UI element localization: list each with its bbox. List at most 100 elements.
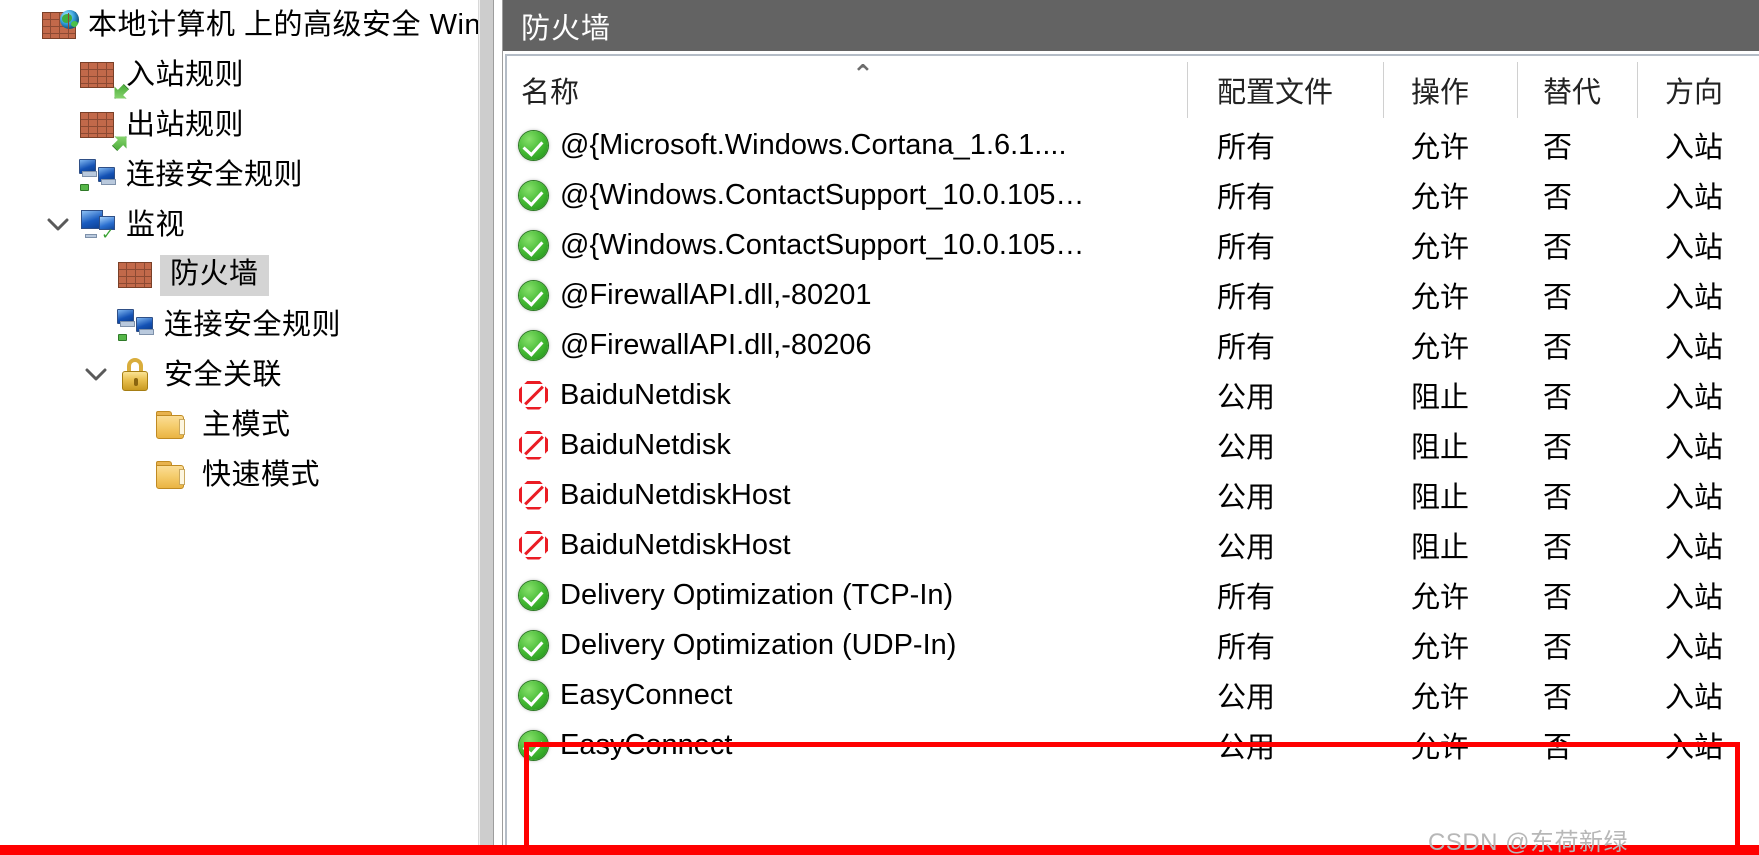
tree-item-label: 连接安全规则: [126, 158, 304, 191]
brick-wall-globe-icon: [40, 6, 79, 44]
pane-splitter[interactable]: [493, 0, 503, 855]
table-row[interactable]: @{Windows.ContactSupport_10.0.105… 所有 允许 否 入…: [507, 220, 1759, 270]
table-row[interactable]: BaiduNetdiskHost 公用 阻止 否 入站: [507, 470, 1759, 520]
cell-direction: 入站: [1637, 570, 1759, 620]
rule-direction: 入站: [1665, 132, 1724, 164]
column-header-action[interactable]: 操作: [1383, 56, 1517, 120]
column-separator[interactable]: [1517, 62, 1518, 118]
table-row[interactable]: @{Microsoft.Windows.Cortana_1.6.1.... 所有 允…: [507, 120, 1759, 170]
rule-name: @{Windows.ContactSupport_10.0.105…: [560, 178, 1085, 211]
tree-item-2[interactable]: 出站规则: [0, 100, 493, 150]
rule-profile: 公用: [1217, 482, 1276, 514]
column-separator[interactable]: [1637, 62, 1638, 118]
tree-item-5[interactable]: 防火墙: [0, 250, 493, 300]
cell-profile: 公用: [1187, 670, 1383, 720]
cell-name: Delivery Optimization (UDP-In): [507, 620, 1187, 670]
padlock-icon: [116, 356, 154, 394]
rule-direction: 入站: [1665, 182, 1724, 214]
tree-item-label: 主模式: [202, 408, 291, 441]
tree-twisty-empty: [38, 100, 78, 150]
table-row[interactable]: @FirewallAPI.dll,-80201 所有 允许 否 入站: [507, 270, 1759, 320]
rule-action: 允许: [1411, 282, 1470, 314]
tree-item-4[interactable]: ✓ 监视: [0, 200, 493, 250]
cell-direction: 入站: [1637, 620, 1759, 670]
rule-direction: 入站: [1665, 632, 1724, 664]
rule-profile: 所有: [1217, 182, 1276, 214]
cell-direction: 入站: [1637, 670, 1759, 720]
table-row[interactable]: EasyConnect 公用 允许 否 入站: [507, 670, 1759, 720]
table-row[interactable]: BaiduNetdiskHost 公用 阻止 否 入站: [507, 520, 1759, 570]
column-header-name[interactable]: 名称: [507, 56, 1187, 120]
cell-profile: 所有: [1187, 170, 1383, 220]
table-row[interactable]: BaiduNetdisk 公用 阻止 否 入站: [507, 420, 1759, 470]
rule-override: 否: [1543, 232, 1573, 264]
table-row[interactable]: Delivery Optimization (TCP-In) 所有 允许 否 入站: [507, 570, 1759, 620]
tree-item-8[interactable]: 主模式: [0, 400, 493, 450]
rules-list-view[interactable]: ⌃ 名称 配置文件 操作 替代 方向 @{Microsoft.Windows.Corta…: [505, 54, 1759, 855]
rule-action: 允许: [1411, 232, 1470, 264]
rule-name: @FirewallAPI.dll,-80201: [560, 278, 872, 311]
table-row[interactable]: EasyConnect 公用 允许 否 入站: [507, 720, 1759, 770]
column-separator[interactable]: [1187, 62, 1188, 118]
cell-override: 否: [1517, 620, 1637, 670]
column-header-label: 替代: [1543, 77, 1602, 109]
cell-direction: 入站: [1637, 370, 1759, 420]
allow-icon: [519, 180, 548, 210]
table-row[interactable]: @FirewallAPI.dll,-80206 所有 允许 否 入站: [507, 320, 1759, 370]
cell-name: @{Windows.ContactSupport_10.0.105…: [507, 220, 1187, 270]
allow-icon: [519, 130, 548, 160]
folder-icon: [154, 406, 192, 444]
column-header-direction[interactable]: 方向: [1637, 56, 1759, 120]
cell-override: 否: [1517, 320, 1637, 370]
rule-profile: 所有: [1217, 132, 1276, 164]
cell-profile: 所有: [1187, 220, 1383, 270]
rule-direction: 入站: [1665, 282, 1724, 314]
column-header-override[interactable]: 替代: [1517, 56, 1637, 120]
connection-security-rules-icon: [78, 156, 116, 194]
tree-item-1[interactable]: 入站规则: [0, 50, 493, 100]
rule-override: 否: [1543, 532, 1573, 564]
rule-action: 阻止: [1411, 532, 1470, 564]
column-header-profile[interactable]: 配置文件: [1187, 56, 1383, 120]
column-separator[interactable]: [1383, 62, 1384, 118]
table-row[interactable]: @{Windows.ContactSupport_10.0.105… 所有 允许 否 入…: [507, 170, 1759, 220]
console-tree-pane[interactable]: 本地计算机 上的高级安全 Win… 入站规则 出站规则 连接安全规则 ✓ 监视 防火墙 连接安…: [0, 0, 493, 855]
rule-profile: 所有: [1217, 282, 1276, 314]
allow-icon: [519, 630, 548, 660]
cell-action: 允许: [1383, 170, 1517, 220]
rule-action: 允许: [1411, 582, 1470, 614]
cell-override: 否: [1517, 420, 1637, 470]
rule-override: 否: [1543, 732, 1573, 764]
chevron-down-icon[interactable]: [38, 200, 78, 250]
tree-vertical-scrollbar[interactable]: [478, 0, 493, 855]
tree-item-0[interactable]: 本地计算机 上的高级安全 Win…: [0, 0, 493, 50]
rule-action: 允许: [1411, 632, 1470, 664]
tree-item-3[interactable]: 连接安全规则: [0, 150, 493, 200]
rule-name: Delivery Optimization (UDP-In): [560, 628, 957, 661]
chevron-down-icon[interactable]: [76, 350, 116, 400]
rule-name: EasyConnect: [560, 678, 733, 711]
cell-direction: 入站: [1637, 270, 1759, 320]
rule-override: 否: [1543, 332, 1573, 364]
column-header-label: 配置文件: [1217, 77, 1334, 109]
tree-scrollbar-thumb[interactable]: [480, 0, 493, 855]
rule-direction: 入站: [1665, 532, 1724, 564]
cell-profile: 所有: [1187, 120, 1383, 170]
rule-override: 否: [1543, 382, 1573, 414]
table-row[interactable]: Delivery Optimization (UDP-In) 所有 允许 否 入站: [507, 620, 1759, 670]
rules-rows[interactable]: @{Microsoft.Windows.Cortana_1.6.1.... 所有允…: [507, 120, 1759, 770]
cell-override: 否: [1517, 670, 1637, 720]
tree-item-6[interactable]: 连接安全规则: [0, 300, 493, 350]
rule-profile: 公用: [1217, 432, 1276, 464]
pane-title: 防火墙: [503, 0, 1759, 51]
cell-name: @FirewallAPI.dll,-80206: [507, 320, 1187, 370]
tree-item-7[interactable]: 安全关联: [0, 350, 493, 400]
tree-item-label: 入站规则: [126, 58, 245, 91]
table-row[interactable]: BaiduNetdisk 公用 阻止 否 入站: [507, 370, 1759, 420]
cell-override: 否: [1517, 470, 1637, 520]
tree-item-9[interactable]: 快速模式: [0, 450, 493, 500]
cell-name: @FirewallAPI.dll,-80201: [507, 270, 1187, 320]
console-tree[interactable]: 本地计算机 上的高级安全 Win… 入站规则 出站规则 连接安全规则 ✓ 监视 防火墙 连接安…: [0, 0, 493, 500]
cell-override: 否: [1517, 170, 1637, 220]
column-header-row[interactable]: ⌃ 名称 配置文件 操作 替代 方向: [507, 56, 1759, 120]
